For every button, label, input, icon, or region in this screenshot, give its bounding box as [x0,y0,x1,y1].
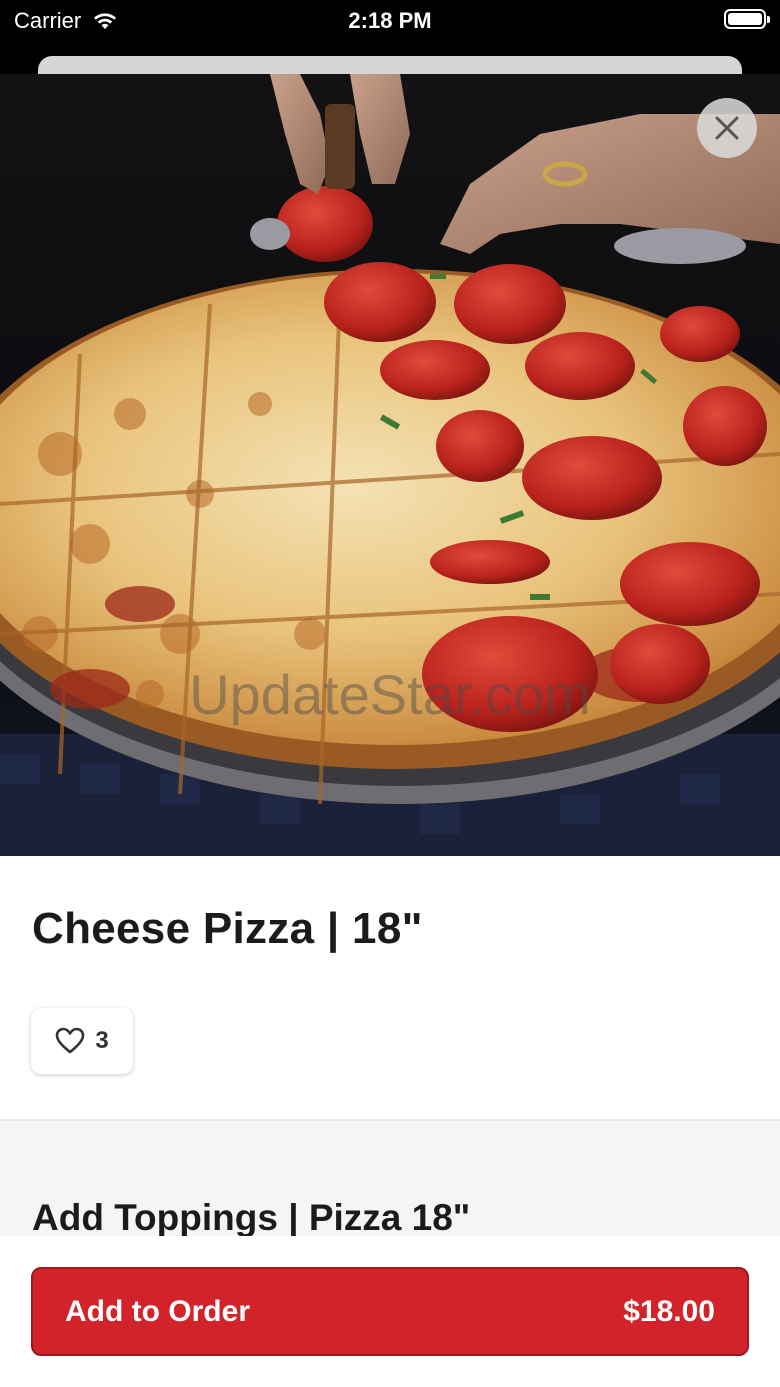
pizza-photo: UpdateStar.com [0,74,780,856]
order-price: $18.00 [623,1294,715,1328]
product-image: UpdateStar.com [0,74,780,856]
product-title: Cheese Pizza | 18" [32,904,423,953]
like-button[interactable]: 3 [31,1008,133,1074]
close-icon [715,116,739,140]
bottom-action-bar: Add to Order $18.00 [0,1236,780,1387]
status-bar: Carrier 2:18 PM [0,0,780,40]
clock: 2:18 PM [348,8,432,33]
battery-icon [724,9,770,29]
heart-icon [56,1027,85,1054]
add-to-order-button[interactable]: Add to Order $18.00 [31,1267,749,1356]
watermark-text: UpdateStar.com [189,663,591,726]
toppings-heading: Add Toppings | Pizza 18" [32,1197,471,1238]
add-to-order-label: Add to Order [65,1294,250,1328]
like-count: 3 [95,1027,109,1054]
close-button[interactable] [697,98,757,158]
